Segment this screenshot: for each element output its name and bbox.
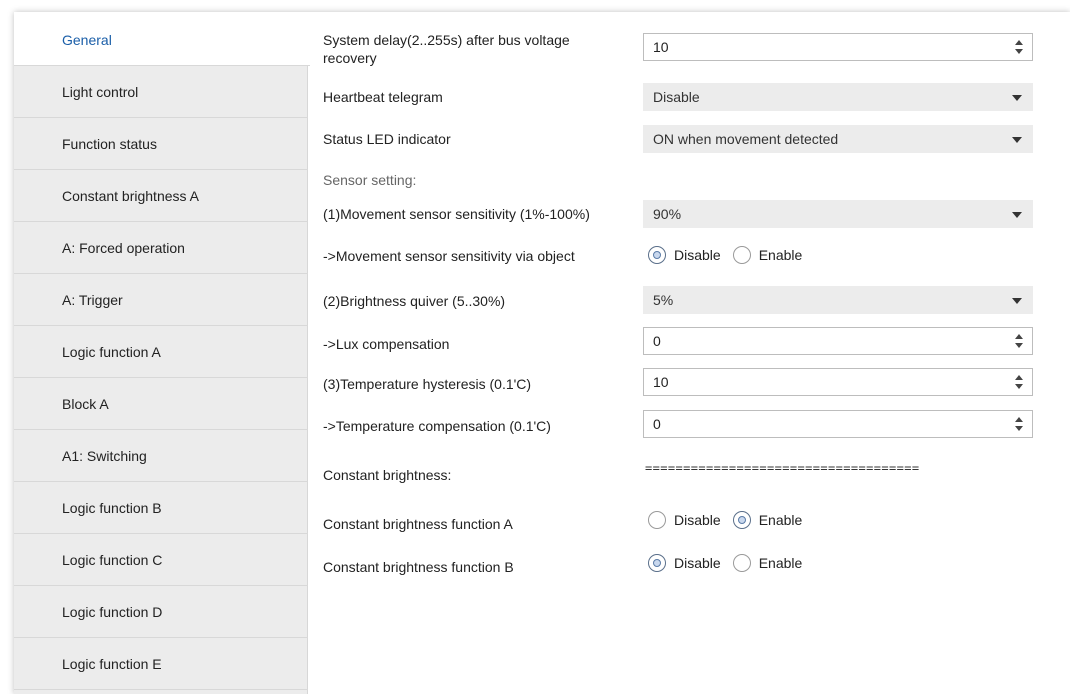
- sidebar-item-logic-function-a[interactable]: Logic function A: [14, 326, 308, 378]
- cb-function-b-enable-radio[interactable]: [732, 554, 751, 572]
- temp-hysteresis-value: 10: [653, 374, 669, 390]
- spin-arrows-icon[interactable]: [1014, 332, 1024, 352]
- radio-label-enable: Enable: [758, 247, 803, 263]
- sidebar-item-logic-function-c[interactable]: Logic function C: [14, 534, 308, 586]
- sidebar-item-forced-operation[interactable]: A: Forced operation: [14, 222, 308, 274]
- radio-label-enable: Enable: [758, 555, 803, 571]
- sidebar: General Light control Function status Co…: [14, 14, 310, 694]
- temp-compensation-label: ->Temperature compensation (0.1'C): [323, 418, 551, 434]
- chevron-down-icon: [1012, 95, 1022, 101]
- status-led-label: Status LED indicator: [323, 131, 451, 147]
- cb-function-b-radios: Disable Enable: [648, 552, 814, 574]
- constant-brightness-heading: Constant brightness:: [323, 467, 452, 483]
- sidebar-item-logic-function-b[interactable]: Logic function B: [14, 482, 308, 534]
- sidebar-item-trigger[interactable]: A: Trigger: [14, 274, 308, 326]
- chevron-down-icon: [1012, 212, 1022, 218]
- lux-compensation-value: 0: [653, 333, 661, 349]
- sidebar-item-logic-function-d[interactable]: Logic function D: [14, 586, 308, 638]
- movement-sensitivity-label: (1)Movement sensor sensitivity (1%-100%): [323, 206, 590, 222]
- spin-arrows-icon[interactable]: [1014, 38, 1024, 58]
- system-delay-label: System delay(2..255s) after bus voltage …: [323, 31, 570, 67]
- radio-label-disable: Disable: [674, 247, 721, 263]
- chevron-down-icon: [1012, 137, 1022, 143]
- cb-function-b-label: Constant brightness function B: [323, 559, 514, 575]
- chevron-down-icon: [1012, 298, 1022, 304]
- sidebar-item-a1-switching[interactable]: A1: Switching: [14, 430, 308, 482]
- status-led-select[interactable]: ON when movement detected: [643, 125, 1033, 153]
- sidebar-item-light-control[interactable]: Light control: [14, 66, 308, 118]
- sidebar-item-block-a[interactable]: Block A: [14, 378, 308, 430]
- cb-function-b-disable-radio[interactable]: [648, 554, 666, 572]
- lux-compensation-label: ->Lux compensation: [323, 336, 450, 352]
- sensor-setting-heading: Sensor setting:: [323, 172, 417, 188]
- movement-via-object-radios: Disable Enable: [648, 244, 814, 266]
- temp-hysteresis-stepper[interactable]: 10: [643, 368, 1033, 396]
- system-delay-stepper[interactable]: 10: [643, 33, 1033, 61]
- temp-compensation-value: 0: [653, 416, 661, 432]
- movement-sensitivity-value: 90%: [653, 206, 682, 222]
- movement-sensitivity-select[interactable]: 90%: [643, 200, 1033, 228]
- radio-label-disable: Disable: [674, 555, 721, 571]
- separator-text: ====================================: [645, 461, 920, 475]
- radio-label-disable: Disable: [674, 512, 721, 528]
- temp-hysteresis-label: (3)Temperature hysteresis (0.1'C): [323, 376, 532, 392]
- movement-via-object-label: ->Movement sensor sensitivity via object: [323, 248, 575, 264]
- heartbeat-value: Disable: [653, 89, 700, 105]
- spin-arrows-icon[interactable]: [1014, 373, 1024, 393]
- status-led-value: ON when movement detected: [653, 131, 839, 147]
- radio-label-enable: Enable: [758, 512, 803, 528]
- movement-via-object-disable-radio[interactable]: [648, 246, 666, 264]
- brightness-quiver-label: (2)Brightness quiver (5..30%): [323, 293, 506, 309]
- cb-function-a-radios: Disable Enable: [648, 509, 814, 531]
- heartbeat-label: Heartbeat telegram: [323, 89, 443, 105]
- brightness-quiver-value: 5%: [653, 292, 674, 308]
- heartbeat-select[interactable]: Disable: [643, 83, 1033, 111]
- system-delay-label-line2: recovery: [323, 50, 377, 66]
- sidebar-item-logic-function-e[interactable]: Logic function E: [14, 638, 308, 690]
- sidebar-item-constant-brightness-a[interactable]: Constant brightness A: [14, 170, 308, 222]
- cb-function-a-enable-radio[interactable]: [732, 511, 751, 529]
- cb-function-a-disable-radio[interactable]: [648, 511, 666, 529]
- cb-function-a-label: Constant brightness function A: [323, 516, 513, 532]
- movement-via-object-enable-radio[interactable]: [732, 246, 751, 264]
- system-delay-label-line1: System delay(2..255s) after bus voltage: [323, 32, 570, 48]
- brightness-quiver-select[interactable]: 5%: [643, 286, 1033, 314]
- temp-compensation-stepper[interactable]: 0: [643, 410, 1033, 438]
- lux-compensation-stepper[interactable]: 0: [643, 327, 1033, 355]
- system-delay-value: 10: [653, 39, 669, 55]
- sidebar-item-function-status[interactable]: Function status: [14, 118, 308, 170]
- spin-arrows-icon[interactable]: [1014, 415, 1024, 435]
- sidebar-item-general[interactable]: General: [14, 14, 310, 66]
